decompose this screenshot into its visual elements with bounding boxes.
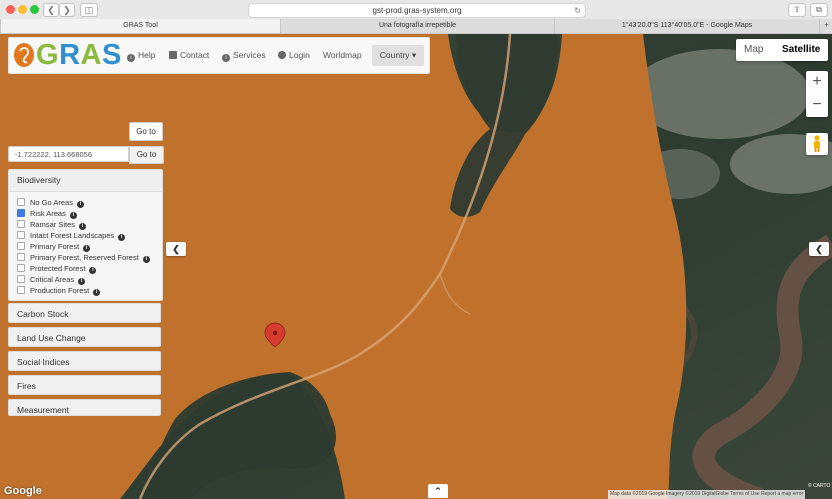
- info-icon[interactable]: i: [69, 212, 77, 219]
- biodiversity-header[interactable]: Biodiversity: [9, 170, 162, 192]
- checkbox[interactable]: [17, 253, 25, 261]
- country-dropdown[interactable]: Country ▾: [372, 45, 424, 66]
- tabs-overview-icon[interactable]: ⧉: [810, 3, 828, 17]
- map-type-control: Map Satellite: [736, 39, 828, 61]
- goto-coordinates-button[interactable]: Go to: [129, 146, 164, 164]
- layer-protected-forest[interactable]: Protected Forest i: [17, 263, 162, 274]
- url-text: gst-prod.gras-system.org: [372, 6, 462, 15]
- forward-icon[interactable]: ❯: [59, 3, 75, 17]
- biodiversity-list: No Go Areas i Risk Areas i Ramsar Sites i I…: [9, 192, 162, 301]
- map-attribution[interactable]: Map data ©2019 Google Imagery ©2019 Digi…: [608, 490, 806, 499]
- street-view-pegman-icon[interactable]: [806, 133, 828, 155]
- checkbox[interactable]: [17, 242, 25, 250]
- expand-right-panel-icon[interactable]: ❮: [809, 242, 829, 256]
- collapse-left-panel-icon[interactable]: ❮: [166, 242, 186, 256]
- category-fires[interactable]: Fires: [8, 375, 161, 395]
- checkbox[interactable]: [17, 286, 25, 294]
- info-icon[interactable]: i: [76, 201, 84, 208]
- info-icon[interactable]: i: [83, 245, 91, 252]
- minimize-window-button[interactable]: [18, 5, 27, 14]
- user-icon: [278, 51, 286, 59]
- pegman-glyph: [814, 135, 820, 152]
- titlebar: ❮ ❯ ◫ gst-prod.gras-system.org ↻ ⇪ ⧉: [0, 0, 832, 19]
- info-icon[interactable]: i: [142, 256, 150, 263]
- gras-logo-icon: [14, 43, 34, 67]
- google-logo: Google: [4, 485, 42, 497]
- tab-google-maps[interactable]: 1°43'20.0"S 113°40'05.0"E - Google Maps: [554, 19, 819, 33]
- tab-bar: GRAS Tool Una fotografía irrepetible 1°4…: [0, 19, 832, 33]
- tab-fotografia[interactable]: Una fotografía irrepetible: [280, 19, 554, 33]
- nav-contact[interactable]: Contact: [169, 50, 209, 60]
- nav-services[interactable]: i Services: [222, 50, 266, 62]
- checkbox[interactable]: [17, 198, 25, 206]
- nav-help[interactable]: i Help: [127, 50, 155, 62]
- category-measurement[interactable]: Measurement: [8, 399, 161, 416]
- zoom-in-icon[interactable]: +: [806, 71, 828, 94]
- map-type-satellite[interactable]: Satellite: [782, 39, 820, 61]
- biodiversity-panel: Biodiversity No Go Areas i Risk Areas i Ra…: [8, 169, 163, 301]
- layer-intact-forest[interactable]: Intact Forest Landscapes i: [17, 230, 162, 241]
- layer-no-go-areas[interactable]: No Go Areas i: [17, 197, 162, 208]
- gras-logo-text[interactable]: GRAS: [36, 39, 122, 71]
- caret-down-icon: ▾: [411, 50, 417, 60]
- app-header: GRAS i Help Contact i Services Login World…: [8, 37, 430, 74]
- nav-worldmap[interactable]: Worldmap: [323, 50, 362, 60]
- checkbox[interactable]: [17, 220, 25, 228]
- category-land-use-change[interactable]: Land Use Change: [8, 327, 161, 347]
- info-icon[interactable]: i: [93, 289, 101, 296]
- layer-critical-areas[interactable]: Critical Areas i: [17, 274, 162, 285]
- new-tab-button[interactable]: +: [819, 19, 832, 33]
- checkbox-checked[interactable]: [17, 209, 25, 217]
- layer-ramsar-sites[interactable]: Ramsar Sites i: [17, 219, 162, 230]
- category-carbon-stock[interactable]: Carbon Stock: [8, 303, 161, 323]
- info-icon[interactable]: i: [78, 278, 86, 285]
- carto-credit: © CARTO: [808, 483, 831, 489]
- close-window-button[interactable]: [6, 5, 15, 14]
- tab-gras-tool[interactable]: GRAS Tool: [0, 19, 280, 33]
- browser-chrome: ❮ ❯ ◫ gst-prod.gras-system.org ↻ ⇪ ⧉ GRA…: [0, 0, 832, 34]
- info-icon: i: [127, 54, 135, 62]
- checkbox[interactable]: [17, 231, 25, 239]
- layer-risk-areas[interactable]: Risk Areas i: [17, 208, 162, 219]
- checkbox[interactable]: [17, 264, 25, 272]
- nav-login[interactable]: Login: [278, 50, 310, 60]
- share-icon[interactable]: ⇪: [788, 3, 806, 17]
- coordinates-input[interactable]: -1.722222, 113.668056: [8, 146, 129, 162]
- info-icon[interactable]: i: [89, 267, 97, 274]
- layer-production-forest[interactable]: Production Forest i: [17, 285, 162, 296]
- reload-icon[interactable]: ↻: [574, 4, 581, 17]
- map-type-map[interactable]: Map: [744, 39, 763, 61]
- layer-primary-reserved-forest[interactable]: Primary Forest, Reserved Forest i: [17, 252, 162, 263]
- comment-icon: [169, 51, 177, 59]
- zoom-control: + −: [806, 71, 828, 117]
- zoom-out-icon[interactable]: −: [806, 94, 828, 117]
- sidebar-icon[interactable]: ◫: [80, 3, 98, 17]
- info-icon[interactable]: i: [79, 223, 87, 230]
- info-icon: i: [222, 54, 230, 62]
- goto-button[interactable]: Go to: [129, 122, 163, 141]
- info-icon[interactable]: i: [118, 234, 126, 241]
- url-bar[interactable]: gst-prod.gras-system.org ↻: [248, 3, 586, 18]
- zoom-window-button[interactable]: [30, 5, 39, 14]
- back-icon[interactable]: ❮: [43, 3, 59, 17]
- layer-primary-forest[interactable]: Primary Forest i: [17, 241, 162, 252]
- category-social-indices[interactable]: Social Indices: [8, 351, 161, 371]
- checkbox[interactable]: [17, 275, 25, 283]
- expand-bottom-panel-icon[interactable]: ⌃: [428, 484, 448, 498]
